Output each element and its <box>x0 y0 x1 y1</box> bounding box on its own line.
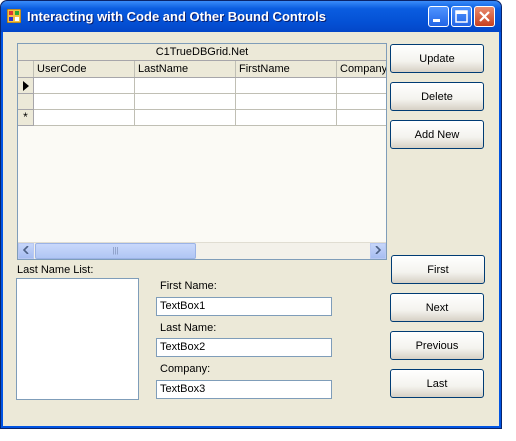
grid-caption: C1TrueDBGrid.Net <box>18 44 386 61</box>
client-area: C1TrueDBGrid.Net UserCode LastName First… <box>5 32 497 424</box>
close-button[interactable] <box>474 6 495 27</box>
last-button[interactable]: Last <box>390 369 484 398</box>
scroll-right-icon <box>375 245 382 255</box>
close-icon <box>479 11 490 22</box>
column-header-firstname[interactable]: FirstName <box>236 61 337 77</box>
true-dbgrid[interactable]: C1TrueDBGrid.Net UserCode LastName First… <box>17 43 387 260</box>
grid-cell[interactable] <box>337 110 386 126</box>
maximize-icon <box>455 10 468 23</box>
previous-button[interactable]: Previous <box>390 331 484 360</box>
next-button[interactable]: Next <box>390 293 484 322</box>
update-button[interactable]: Update <box>390 44 484 73</box>
last-name-label: Last Name: <box>160 322 217 334</box>
grid-cell[interactable] <box>337 78 386 94</box>
row-selector-new[interactable]: * <box>18 110 34 126</box>
company-label: Company: <box>160 363 211 375</box>
minimize-button[interactable] <box>428 6 449 27</box>
grid-horizontal-scrollbar[interactable]: ||| <box>18 242 386 259</box>
grid-corner-cell <box>18 61 34 77</box>
grid-cell[interactable] <box>135 78 236 94</box>
current-row-arrow-icon <box>22 81 29 91</box>
grid-cell[interactable] <box>34 94 135 110</box>
grid-cell[interactable] <box>135 94 236 110</box>
column-header-company[interactable]: Company <box>337 61 386 77</box>
column-header-lastname[interactable]: LastName <box>135 61 236 77</box>
first-name-textbox[interactable]: TextBox1 <box>156 297 332 316</box>
last-name-list-label: Last Name List: <box>17 264 94 276</box>
maximize-button[interactable] <box>451 6 472 27</box>
grid-cell[interactable] <box>236 78 337 94</box>
grid-cell[interactable] <box>34 78 135 94</box>
grid-cell[interactable] <box>34 110 135 126</box>
grid-cell[interactable] <box>135 110 236 126</box>
scroll-left-button[interactable] <box>18 243 34 259</box>
scroll-thumb[interactable]: ||| <box>35 243 196 259</box>
add-new-button[interactable]: Add New <box>390 120 484 149</box>
last-name-listbox[interactable] <box>16 278 139 400</box>
window-title: Interacting with Code and Other Bound Co… <box>27 9 326 24</box>
minimize-icon <box>433 19 440 22</box>
row-selector[interactable] <box>18 94 34 110</box>
main-window: Interacting with Code and Other Bound Co… <box>0 0 502 429</box>
last-name-textbox[interactable]: TextBox2 <box>156 338 332 357</box>
grid-cell[interactable] <box>236 110 337 126</box>
app-icon <box>7 9 21 23</box>
company-textbox[interactable]: TextBox3 <box>156 380 332 399</box>
row-selector-current[interactable] <box>18 78 34 94</box>
grid-header-row: UserCode LastName FirstName Company <box>18 61 386 78</box>
delete-button[interactable]: Delete <box>390 82 484 111</box>
grid-cell[interactable] <box>337 94 386 110</box>
first-button[interactable]: First <box>391 255 485 284</box>
grid-cell[interactable] <box>236 94 337 110</box>
scroll-right-button[interactable] <box>370 243 386 259</box>
column-header-usercode[interactable]: UserCode <box>34 61 135 77</box>
first-name-label: First Name: <box>160 280 217 292</box>
title-bar[interactable]: Interacting with Code and Other Bound Co… <box>1 1 501 32</box>
scroll-left-icon <box>22 245 29 255</box>
